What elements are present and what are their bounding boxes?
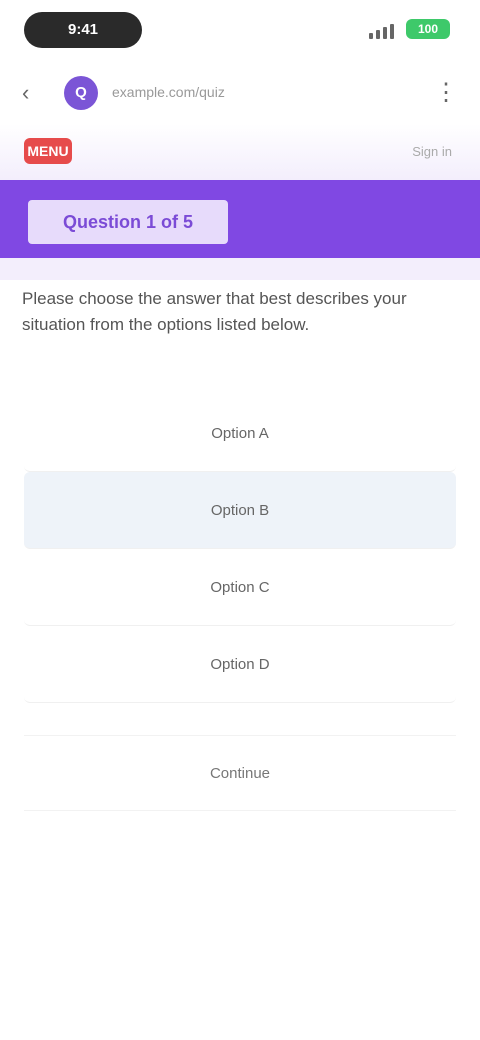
browser-toolbar: ‹ Q example.com/quiz ⋮ [0,64,480,124]
back-icon[interactable]: ‹ [22,80,29,106]
battery-icon: 100 [406,19,450,39]
intro-text: Please choose the answer that best descr… [22,289,407,334]
signal-icon [369,24,394,39]
continue-button[interactable]: Continue [24,735,456,811]
status-time: 9:41 [24,12,142,48]
quiz-banner: Question 1 of 5 [0,180,480,258]
site-header: MENU Sign in [0,124,480,180]
url-text[interactable]: example.com/quiz [112,84,225,100]
option-item[interactable]: Option D [24,626,456,703]
option-item[interactable]: Option C [24,549,456,626]
options-list: Option A Option B Option C Option D [24,395,456,703]
site-logo[interactable]: MENU [24,138,72,164]
sign-in-link[interactable]: Sign in [412,144,452,159]
option-item[interactable]: Option A [24,395,456,472]
option-item-selected[interactable]: Option B [24,472,456,549]
banner-shadow [0,258,480,280]
banner-label: Question 1 of 5 [28,200,228,244]
more-menu-icon[interactable]: ⋮ [434,78,458,107]
site-favicon-icon: Q [64,76,98,110]
status-bar: 9:41 100 [0,0,480,64]
